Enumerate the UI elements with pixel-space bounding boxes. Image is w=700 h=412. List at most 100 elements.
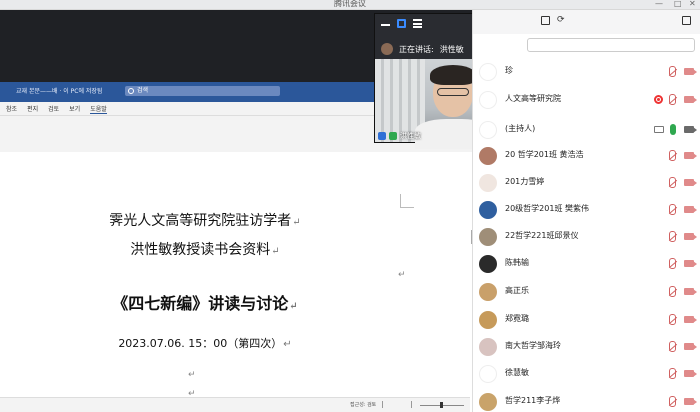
screen-share-icon xyxy=(654,126,664,133)
camera-off-icon[interactable] xyxy=(684,260,697,267)
refresh-icon[interactable]: ⟳ xyxy=(557,15,565,25)
doc-line-1: 霁光人文高等研究院驻访学者↵ xyxy=(109,213,301,229)
doc-line-3: 《四七新编》讲读与讨论↵ xyxy=(112,294,298,313)
camera-off-icon[interactable] xyxy=(684,288,697,295)
speaking-label: 正在讲话: xyxy=(399,44,434,54)
speaking-name: 洪性敏 xyxy=(439,44,464,54)
doc-line-4: 2023.07.06. 15：00（第四次）↵ xyxy=(118,337,292,350)
margin-corner-mark xyxy=(400,194,414,208)
ribbon-tab-view[interactable]: 보기 xyxy=(69,104,80,113)
camera-off-icon[interactable] xyxy=(684,206,697,213)
participant-name: 郑霓璐 xyxy=(505,314,529,323)
participant-name: 徐慧敏 xyxy=(505,368,529,377)
mic-off-icon[interactable] xyxy=(669,341,676,352)
maximize-icon[interactable]: □ xyxy=(674,0,682,8)
person-hair xyxy=(430,65,476,85)
participant-row[interactable]: 陈韩输 xyxy=(473,252,700,276)
participant-name: 22哲学221班邱景仪 xyxy=(505,231,579,240)
close-panel-icon[interactable] xyxy=(682,16,691,25)
participant-avatar xyxy=(479,311,497,329)
camera-off-icon[interactable] xyxy=(684,398,697,405)
person-glasses xyxy=(437,88,469,96)
zoom-slider-knob[interactable] xyxy=(440,402,443,408)
popout-icon[interactable] xyxy=(541,16,550,25)
participant-name: 20 哲学201班 黄浩浩 xyxy=(505,150,584,159)
mic-on-icon[interactable] xyxy=(670,124,676,135)
mic-off-icon[interactable] xyxy=(669,66,676,77)
close-icon[interactable]: ✕ xyxy=(689,0,696,8)
window-title: 腾讯会议 xyxy=(334,0,366,8)
minimize-video-icon[interactable] xyxy=(381,24,390,26)
camera-on-icon[interactable] xyxy=(684,126,697,133)
participant-row[interactable]: 201力雪婷 xyxy=(473,171,700,195)
camera-off-icon[interactable] xyxy=(684,316,697,323)
word-search-box[interactable]: 검색 xyxy=(125,86,280,96)
mic-off-icon[interactable] xyxy=(669,177,676,188)
participant-name: (主持人) xyxy=(505,124,536,133)
mic-off-icon[interactable] xyxy=(669,368,676,379)
participant-name: 南大哲学邹海玲 xyxy=(505,341,561,350)
participant-row[interactable]: 高正乐 xyxy=(473,280,700,304)
ribbon-tab-mailings[interactable]: 편지 xyxy=(27,104,38,113)
recording-icon xyxy=(654,95,663,104)
participant-avatar xyxy=(479,338,497,356)
camera-off-icon[interactable] xyxy=(684,68,697,75)
participant-name: 201力雪婷 xyxy=(505,177,545,186)
participant-name: 哲学211李子烨 xyxy=(505,396,561,405)
participant-search-input[interactable] xyxy=(527,38,695,52)
mic-off-icon[interactable] xyxy=(669,396,676,407)
camera-off-icon[interactable] xyxy=(684,152,697,159)
participant-name: 高正乐 xyxy=(505,286,529,295)
participant-avatar xyxy=(479,393,497,411)
view-mode-buttons[interactable] xyxy=(382,401,412,408)
participant-row[interactable]: 哲学211李子烨 xyxy=(473,390,700,412)
participant-avatar xyxy=(479,121,497,139)
participant-row[interactable]: 人文高等研究院 xyxy=(473,88,700,112)
participant-row[interactable]: 22哲学221班邱景仪 xyxy=(473,225,700,249)
minimize-icon[interactable]: — xyxy=(655,0,663,8)
ribbon-tab-review[interactable]: 검토 xyxy=(48,104,59,113)
participant-row[interactable]: 20级哲学201班 樊紫伟 xyxy=(473,198,700,222)
document-name: 교재 본문——배 · 이 PC에 저장됨 xyxy=(16,88,103,95)
camera-off-icon[interactable] xyxy=(684,370,697,377)
speaker-view-icon[interactable] xyxy=(397,19,406,28)
camera-off-icon[interactable] xyxy=(684,343,697,350)
camera-off-icon[interactable] xyxy=(684,233,697,240)
mic-off-icon[interactable] xyxy=(669,286,676,297)
ribbon-tab-references[interactable]: 참조 xyxy=(6,104,17,113)
participant-avatar xyxy=(479,365,497,383)
doc-line-2: 洪性敏教授读书会资料↵ xyxy=(130,242,280,258)
mic-off-icon[interactable] xyxy=(669,314,676,325)
paragraph-mark: ↵ xyxy=(398,270,406,280)
mic-off-icon[interactable] xyxy=(669,258,676,269)
participant-row[interactable]: 珍 xyxy=(473,60,700,84)
participant-avatar xyxy=(479,283,497,301)
mic-on-icon xyxy=(389,132,397,140)
mic-off-icon[interactable] xyxy=(669,94,676,105)
participants-panel: ⟳ 珍人文高等研究院 (主持人) 20 哲学201班 黄浩浩 201力雪婷 20级哲学2… xyxy=(472,10,700,412)
camera-off-icon[interactable] xyxy=(684,96,697,103)
mic-off-icon[interactable] xyxy=(669,150,676,161)
participant-avatar xyxy=(479,174,497,192)
camera-off-icon[interactable] xyxy=(684,179,697,186)
word-status-bar: 접근성: 검토 xyxy=(0,397,470,412)
participant-avatar xyxy=(479,228,497,246)
video-participant-name: 洪性敏 xyxy=(400,132,421,140)
participant-row[interactable]: 徐慧敏 xyxy=(473,362,700,386)
participant-avatar xyxy=(479,147,497,165)
gallery-view-icon[interactable] xyxy=(413,19,422,28)
participant-row[interactable]: 南大哲学邹海玲 xyxy=(473,335,700,359)
participant-row[interactable]: (主持人) xyxy=(473,118,700,142)
host-badge-icon xyxy=(378,132,386,140)
participant-row[interactable]: 20 哲学201班 黄浩浩 xyxy=(473,144,700,168)
paragraph-mark: ↵ xyxy=(188,370,196,380)
accessibility-status[interactable]: 접근성: 검토 xyxy=(350,401,376,408)
participant-name: 陈韩输 xyxy=(505,258,529,267)
participant-avatar xyxy=(479,63,497,81)
participant-avatar xyxy=(479,201,497,219)
mic-off-icon[interactable] xyxy=(669,231,676,242)
ribbon-tab-help[interactable]: 도움말 xyxy=(90,104,107,114)
participant-row[interactable]: 郑霓璐 xyxy=(473,308,700,332)
document-page[interactable]: 霁光人文高等研究院驻访学者↵ 洪性敏教授读书会资料↵ 《四七新编》讲读与讨论↵ … xyxy=(0,152,470,402)
mic-off-icon[interactable] xyxy=(669,204,676,215)
